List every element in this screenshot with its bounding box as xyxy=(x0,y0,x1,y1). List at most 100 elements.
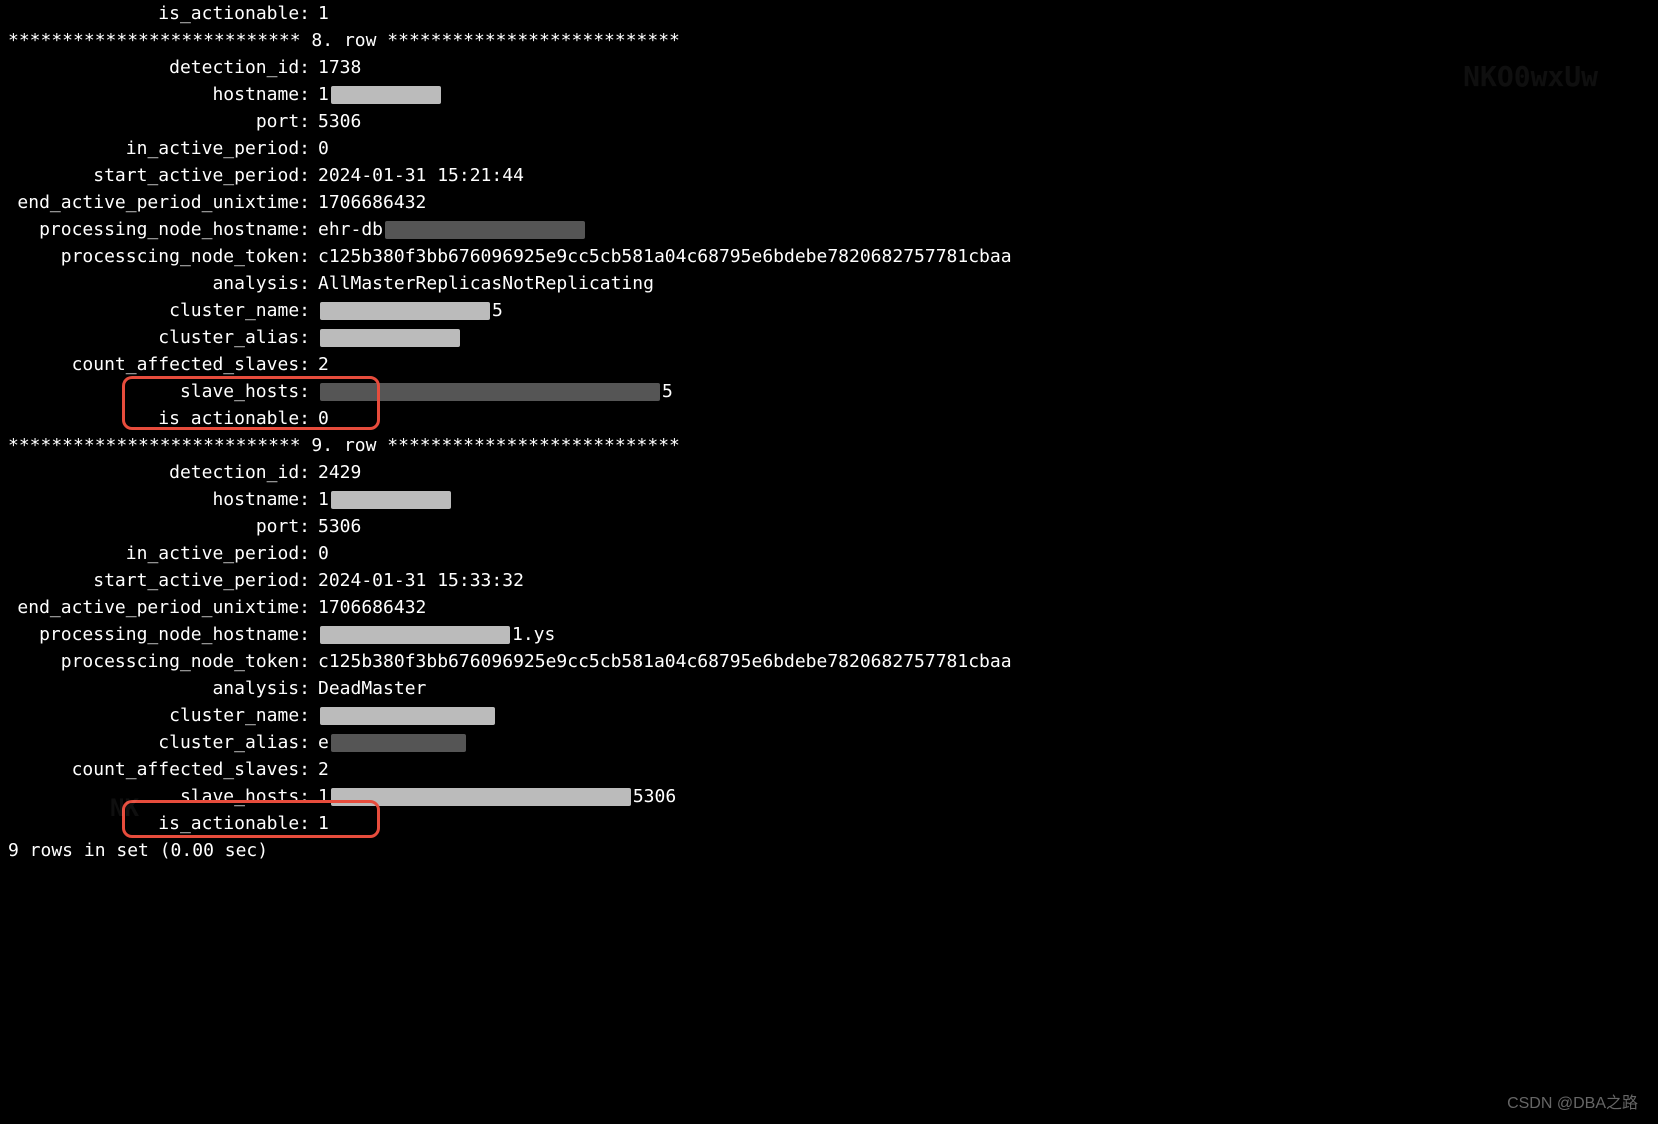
row-separator-9: *************************** 9. row *****… xyxy=(8,432,1650,459)
row8-end-active-period-unixtime: end_active_period_unixtime: 1706686432 xyxy=(8,189,1650,216)
row9-end-active-period-unixtime: end_active_period_unixtime: 1706686432 xyxy=(8,594,1650,621)
field-label: hostname: xyxy=(8,81,318,108)
field-label: port: xyxy=(8,513,318,540)
field-value: AllMasterReplicasNotReplicating xyxy=(318,270,1650,297)
redacted-value xyxy=(320,302,490,320)
field-label: is_actionable: xyxy=(8,405,318,432)
row8-hostname: hostname: 1 xyxy=(8,81,1650,108)
field-value xyxy=(318,324,1650,351)
field-value: c125b380f3bb676096925e9cc5cb581a04c68795… xyxy=(318,243,1650,270)
field-label: start_active_period: xyxy=(8,162,318,189)
row9-detection-id: detection_id: 2429 xyxy=(8,459,1650,486)
row9-port: port: 5306 xyxy=(8,513,1650,540)
watermark: NK xyxy=(110,790,139,826)
attribution: CSDN @DBA之路 xyxy=(1507,1092,1638,1116)
field-value: DeadMaster xyxy=(318,675,1650,702)
row8-processing-node-hostname: processing_node_hostname: ehr-db xyxy=(8,216,1650,243)
field-label: analysis: xyxy=(8,270,318,297)
field-value: 1 xyxy=(318,810,1650,837)
row9-start-active-period: start_active_period: 2024-01-31 15:33:32 xyxy=(8,567,1650,594)
terminal-output: is_actionable: 1 ***********************… xyxy=(0,0,1658,864)
field-label: processcing_node_token: xyxy=(8,648,318,675)
field-value: 1706686432 xyxy=(318,189,1650,216)
row-separator-8: *************************** 8. row *****… xyxy=(8,27,1650,54)
field-label: slave_hosts: xyxy=(8,378,318,405)
row8-start-active-period: start_active_period: 2024-01-31 15:21:44 xyxy=(8,162,1650,189)
field-label: count_affected_slaves: xyxy=(8,756,318,783)
field-value: 5 xyxy=(318,297,1650,324)
field-value: c125b380f3bb676096925e9cc5cb581a04c68795… xyxy=(318,648,1650,675)
field-value: 5306 xyxy=(318,108,1650,135)
field-label: processing_node_hostname: xyxy=(8,621,318,648)
field-label: cluster_name: xyxy=(8,297,318,324)
redacted-value xyxy=(331,734,466,752)
field-value: 2429 xyxy=(318,459,1650,486)
field-label: end_active_period_unixtime: xyxy=(8,594,318,621)
field-label: in_active_period: xyxy=(8,540,318,567)
row8-in-active-period: in_active_period: 0 xyxy=(8,135,1650,162)
field-label: port: xyxy=(8,108,318,135)
field-label: start_active_period: xyxy=(8,567,318,594)
row8-is-actionable: is_actionable: 0 xyxy=(8,405,1650,432)
field-label: cluster_alias: xyxy=(8,324,318,351)
field-value: 2024-01-31 15:33:32 xyxy=(318,567,1650,594)
field-label: detection_id: xyxy=(8,459,318,486)
field-value: 15306 xyxy=(318,783,1650,810)
field-value: 5306 xyxy=(318,513,1650,540)
field-value: 2 xyxy=(318,756,1650,783)
row9-cluster-name: cluster_name: xyxy=(8,702,1650,729)
redacted-value xyxy=(385,221,585,239)
field-value: e xyxy=(318,729,1650,756)
field-label: is_actionable: xyxy=(8,810,318,837)
field-label: in_active_period: xyxy=(8,135,318,162)
redacted-value xyxy=(320,626,510,644)
result-footer: 9 rows in set (0.00 sec) xyxy=(8,837,1650,864)
redacted-value xyxy=(320,329,460,347)
field-value: 2024-01-31 15:21:44 xyxy=(318,162,1650,189)
field-value: 1.ys xyxy=(318,621,1650,648)
field-value: 1 xyxy=(318,486,1650,513)
row9-in-active-period: in_active_period: 0 xyxy=(8,540,1650,567)
row8-analysis: analysis: AllMasterReplicasNotReplicatin… xyxy=(8,270,1650,297)
watermark: NKO0wxUw xyxy=(1463,56,1598,98)
field-label: processcing_node_token: xyxy=(8,243,318,270)
row8-detection-id: detection_id: 1738 xyxy=(8,54,1650,81)
row8-cluster-name: cluster_name: 5 xyxy=(8,297,1650,324)
field-value: 1 xyxy=(318,81,1650,108)
field-value: 1738 xyxy=(318,54,1650,81)
redacted-value xyxy=(331,86,441,104)
field-label: cluster_name: xyxy=(8,702,318,729)
redacted-value xyxy=(331,788,631,806)
redacted-value xyxy=(331,491,451,509)
field-label: slave_hosts: xyxy=(8,783,318,810)
row9-processcing-node-token: processcing_node_token: c125b380f3bb6760… xyxy=(8,648,1650,675)
row9-count-affected-slaves: count_affected_slaves: 2 xyxy=(8,756,1650,783)
row8-cluster-alias: cluster_alias: xyxy=(8,324,1650,351)
field-value: 1706686432 xyxy=(318,594,1650,621)
row9-analysis: analysis: DeadMaster xyxy=(8,675,1650,702)
row8-count-affected-slaves: count_affected_slaves: 2 xyxy=(8,351,1650,378)
redacted-value xyxy=(320,707,495,725)
row9-slave-hosts: slave_hosts: 15306 xyxy=(8,783,1650,810)
row9-cluster-alias: cluster_alias: e xyxy=(8,729,1650,756)
field-value: 1 xyxy=(318,0,1650,27)
redacted-value xyxy=(320,383,660,401)
field-value: 0 xyxy=(318,405,1650,432)
row8-port: port: 5306 xyxy=(8,108,1650,135)
row8-processcing-node-token: processcing_node_token: c125b380f3bb6760… xyxy=(8,243,1650,270)
row9-is-actionable: is_actionable: 1 xyxy=(8,810,1650,837)
row8-slave-hosts: slave_hosts: 5 xyxy=(8,378,1650,405)
field-value: 5 xyxy=(318,378,1650,405)
field-value: ehr-db xyxy=(318,216,1650,243)
field-label: cluster_alias: xyxy=(8,729,318,756)
field-label: processing_node_hostname: xyxy=(8,216,318,243)
field-value: 0 xyxy=(318,135,1650,162)
field-label: hostname: xyxy=(8,486,318,513)
field-label: is_actionable: xyxy=(8,0,318,27)
field-value xyxy=(318,702,1650,729)
field-label: detection_id: xyxy=(8,54,318,81)
field-value: 0 xyxy=(318,540,1650,567)
row9-hostname: hostname: 1 xyxy=(8,486,1650,513)
field-label: end_active_period_unixtime: xyxy=(8,189,318,216)
field-label: count_affected_slaves: xyxy=(8,351,318,378)
